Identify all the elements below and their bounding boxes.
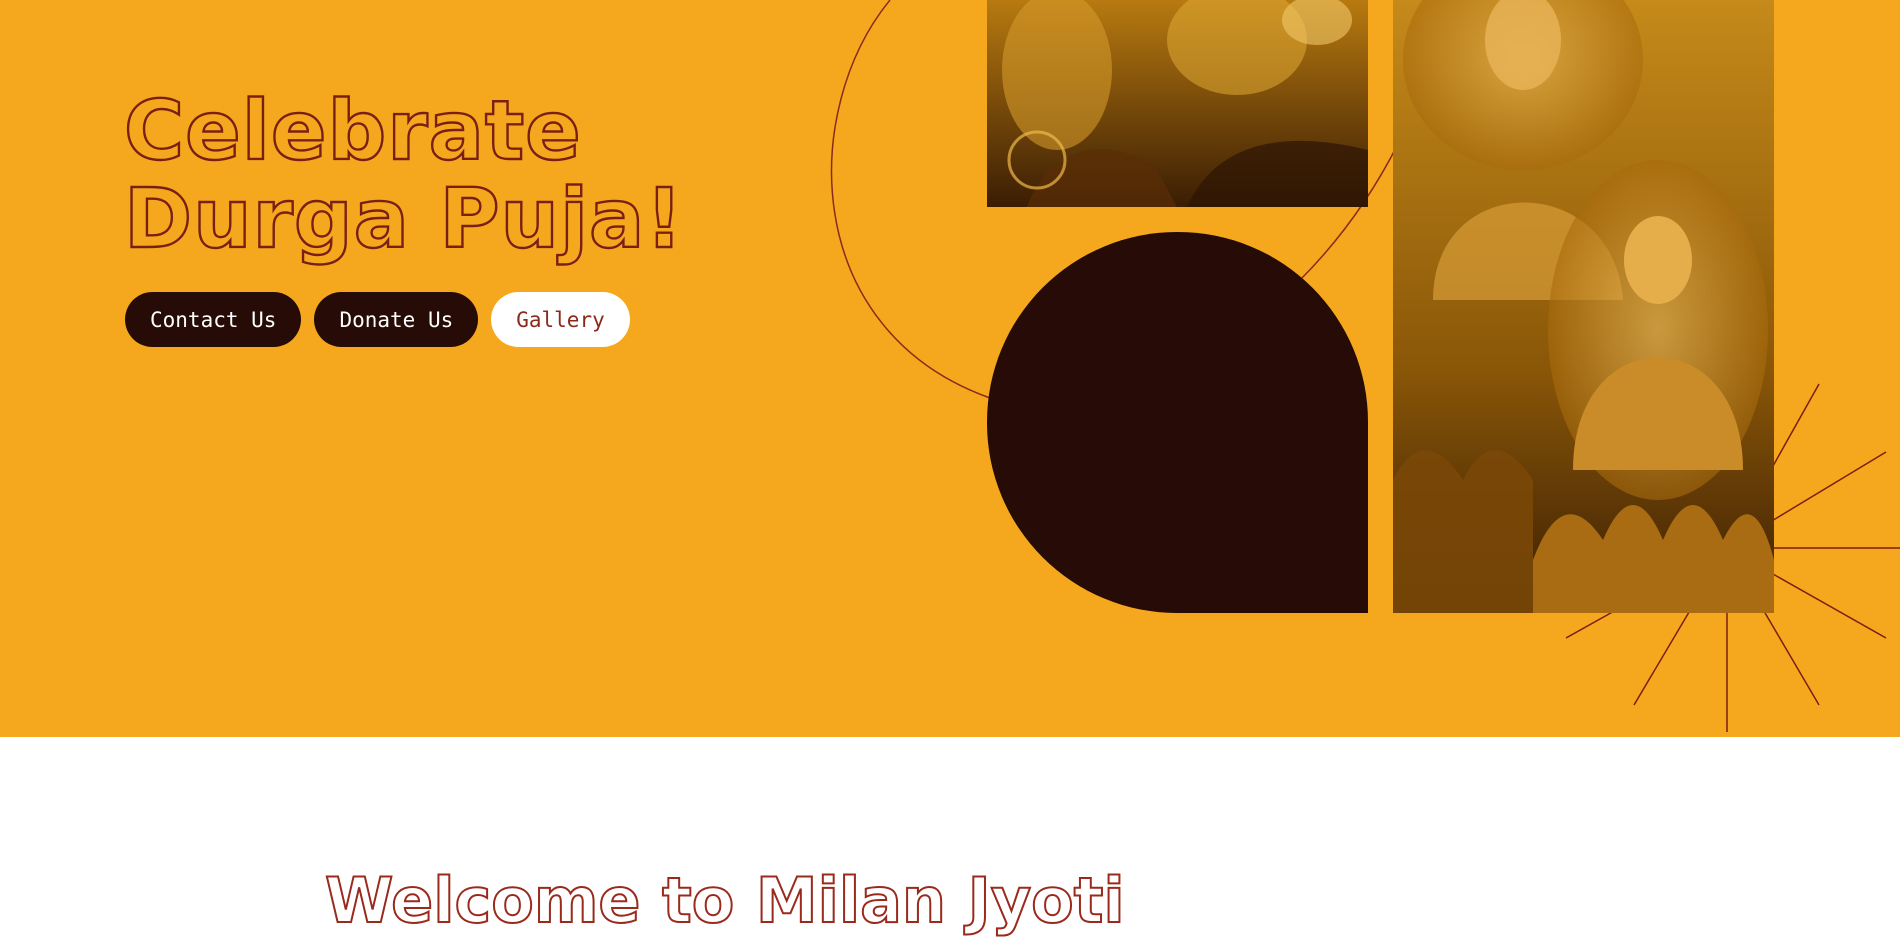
donate-button[interactable]: Donate Us bbox=[314, 292, 479, 347]
hero-button-row: Contact Us Donate Us Gallery bbox=[125, 292, 630, 347]
hero-title: Celebrate Durga Puja! bbox=[123, 84, 684, 267]
dark-decor-shape bbox=[987, 232, 1368, 613]
buddha-statues-image bbox=[1393, 0, 1774, 613]
hero-section: Celebrate Durga Puja! Contact Us Donate … bbox=[0, 0, 1900, 737]
hero-title-line1: Celebrate bbox=[123, 84, 582, 179]
contact-button[interactable]: Contact Us bbox=[125, 292, 302, 347]
welcome-heading: Welcome to Milan Jyoti bbox=[324, 864, 1126, 937]
gallery-button[interactable]: Gallery bbox=[491, 292, 630, 347]
deity-image bbox=[987, 0, 1368, 207]
hero-title-line2: Durga Puja! bbox=[123, 172, 684, 267]
